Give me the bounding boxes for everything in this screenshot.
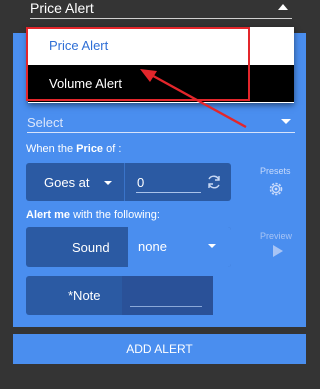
input-underline [136,192,201,193]
caret-up-icon [278,4,288,10]
divider [124,163,125,201]
sound-select[interactable]: none [128,227,231,267]
highlight-box [26,27,250,101]
preview-label: Preview [260,231,293,241]
alert-me-heading: Alert me with the following: [26,209,160,221]
alert-type-value: Price Alert [30,0,94,16]
add-alert-button[interactable]: ADD ALERT [13,334,306,364]
condition-operator-select[interactable]: Goes at [26,163,124,201]
sound-row: Sound none [26,227,231,267]
asset-select[interactable]: Select [27,113,295,133]
gear-icon[interactable] [267,180,285,198]
condition-operator-value: Goes at [44,175,90,190]
caret-down-icon [281,119,291,124]
play-icon[interactable] [273,245,283,257]
presets-label: Presets [260,166,291,176]
refresh-icon[interactable] [206,174,222,190]
note-label: *Note [68,288,101,303]
caret-down-icon [208,244,216,248]
condition-box: Goes at 0 [26,163,231,201]
sound-label: Sound [72,240,110,255]
sound-select-value: none [138,239,167,254]
condition-value-input[interactable]: 0 [137,175,144,190]
note-input[interactable] [122,276,213,315]
caret-down-icon [104,181,112,185]
alert-type-select[interactable]: Price Alert [30,0,292,19]
note-row: *Note [26,276,213,315]
asset-select-placeholder: Select [27,115,64,130]
input-underline [130,306,202,307]
condition-heading: When the Price of : [26,143,122,155]
